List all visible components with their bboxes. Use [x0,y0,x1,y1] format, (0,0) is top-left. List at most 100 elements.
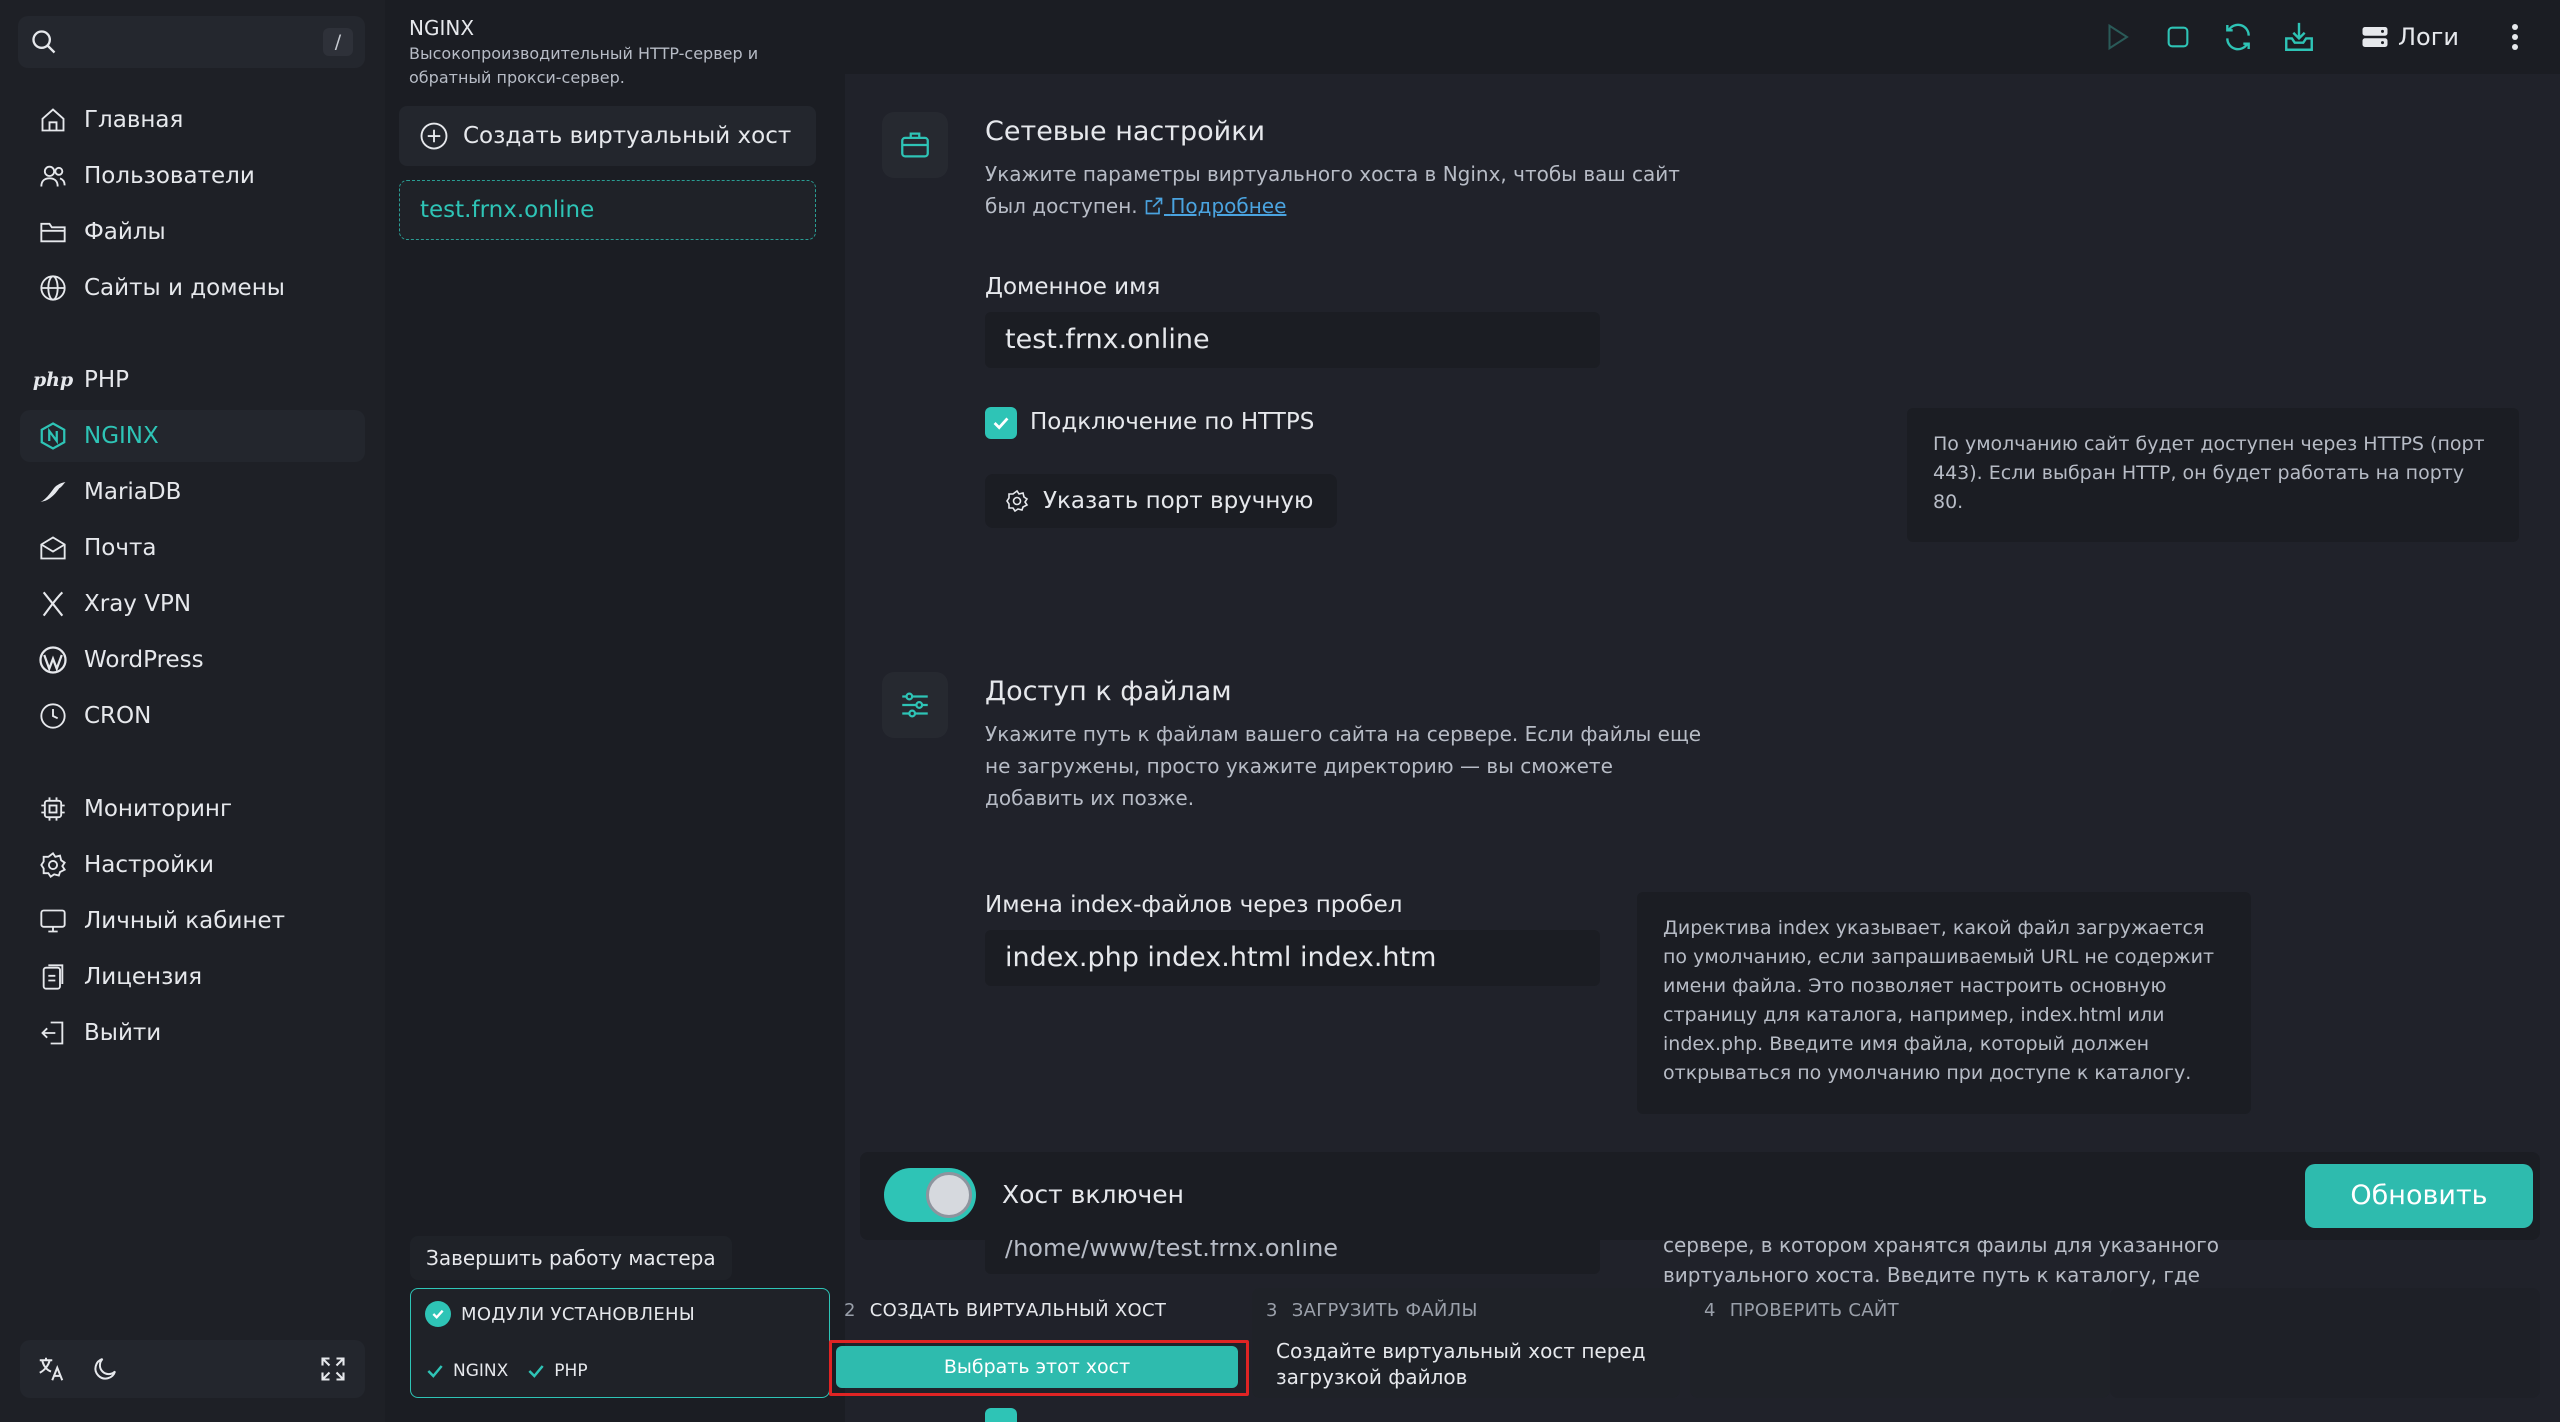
index-hint: Директива index указывает, какой файл за… [1637,892,2251,1114]
home-icon [36,103,70,137]
network-section-desc: Укажите параметры виртуального хоста в N… [985,162,1680,218]
https-label: Подключение по HTTPS [1030,409,1315,435]
sidebar-item-account[interactable]: Личный кабинет [20,895,365,947]
manual-port-button[interactable]: Указать порт вручную [985,474,1338,528]
xray-icon [36,587,70,621]
briefcase-icon [882,112,948,178]
fullscreen-icon[interactable] [316,1352,350,1386]
sidebar-item-label: Главная [84,107,184,133]
restart-icon[interactable] [2219,18,2257,56]
host-list-item[interactable]: test.frnx.online [399,180,816,240]
sidebar-item-label: Выйти [84,1020,162,1046]
check-icon [528,1365,544,1378]
module-nginx: NGINX [453,1361,509,1381]
gear-icon [1006,489,1029,513]
domain-label: Доменное имя [985,274,1161,300]
monitor-icon [36,904,70,938]
step-2-header: 2 СОЗДАТЬ ВИРТУАЛЬНЫЙ ХОСТ [844,1300,1167,1321]
panel-subtitle: Высокопроизводительный HTTP-сервер и обр… [409,44,759,87]
sidebar-item-label: Личный кабинет [84,908,285,934]
logs-label: Логи [2398,23,2459,51]
search-icon [30,28,58,56]
play-icon[interactable] [2098,18,2136,56]
sidebar-item-xray[interactable]: Xray VPN [20,578,365,630]
license-icon [36,960,70,994]
search-shortcut: / [323,28,353,56]
step-1-header: МОДУЛИ УСТАНОВЛЕНЫ [425,1301,695,1327]
create-vhost-button[interactable]: Создать виртуальный хост [399,106,816,166]
sidebar-item-label: CRON [84,703,152,729]
wizard-step-1: МОДУЛИ УСТАНОВЛЕНЫ NGINX PHP [410,1288,830,1398]
sidebar-item-cron[interactable]: CRON [20,690,365,742]
sidebar-item-files[interactable]: Файлы [20,206,365,258]
sidebar-item-monitoring[interactable]: Мониторинг [20,783,365,835]
logout-icon [36,1016,70,1050]
nav-group-main: Главная Пользователи Файлы Сайты и домен… [20,94,365,314]
step-3-text: Создайте виртуальный хост перед загрузко… [1276,1339,1646,1389]
search-input[interactable]: / [18,16,365,68]
nav-group-system: Мониторинг Настройки Личный кабинет Лице… [20,783,365,1059]
update-button[interactable]: Обновить [2305,1164,2533,1228]
step-3-header: 3 ЗАГРУЗИТЬ ФАЙЛЫ [1266,1300,1478,1321]
installed-modules: NGINX PHP [425,1361,606,1381]
sidebar-item-mail[interactable]: Почта [20,522,365,574]
gear-icon [36,848,70,882]
wizard-step-2: 2 СОЗДАТЬ ВИРТУАЛЬНЫЙ ХОСТ Выбрать этот … [829,1288,1250,1398]
more-menu-icon[interactable] [2500,18,2530,56]
checkmark-icon [993,417,1009,430]
php-icon: php [32,369,74,391]
check-icon [427,1365,443,1378]
clock-icon [36,699,70,733]
sidebar-item-label: WordPress [84,647,204,673]
sidebar-item-nginx[interactable]: NGINX [20,410,365,462]
index-files-input[interactable]: index.php index.html index.htm [985,930,1600,986]
host-enabled-toggle[interactable] [884,1168,976,1222]
sidebar-item-label: NGINX [84,423,159,449]
wizard-step-3: 3 ЗАГРУЗИТЬ ФАЙЛЫ Создайте виртуальный х… [1252,1288,1680,1398]
host-list-panel: NGINX Высокопроизводительный HTTP-сервер… [385,0,845,1422]
sidebar-item-php[interactable]: php PHP [20,354,365,406]
wordpress-icon [36,643,70,677]
step-done-icon [425,1301,451,1327]
https-checkbox[interactable] [985,407,1017,439]
sidebar-item-license[interactable]: Лицензия [20,951,365,1003]
sidebar-item-home[interactable]: Главная [20,94,365,146]
highlight-box [829,1340,1249,1396]
sidebar-item-label: PHP [84,367,130,393]
translate-icon[interactable] [34,1352,68,1386]
sidebar-item-sites[interactable]: Сайты и домены [20,262,365,314]
host-enabled-bar: Хост включен [860,1152,2540,1240]
stop-icon[interactable] [2159,18,2197,56]
topbar [845,0,2560,74]
panel-title: NGINX [409,16,475,40]
sidebar-item-wordpress[interactable]: WordPress [20,634,365,686]
files-section-desc: Укажите путь к файлам вашего сайта на се… [985,722,1702,810]
sidebar-item-logout[interactable]: Выйти [20,1007,365,1059]
logs-button[interactable]: Логи [2360,18,2459,56]
index-files-label: Имена index-файлов через пробел [985,892,1403,918]
setup-wizard: МОДУЛИ УСТАНОВЛЕНЫ NGINX PHP 2 СОЗДАТЬ В… [410,1288,2540,1398]
sidebar-item-label: Сайты и домены [84,275,285,301]
php-checkbox[interactable] [985,1408,1017,1422]
install-icon[interactable] [2280,18,2318,56]
sidebar-bottom-bar [20,1340,365,1398]
https-hint: По умолчанию сайт будет доступен через H… [1907,408,2519,542]
sidebar-item-label: Лицензия [84,964,203,990]
domain-input[interactable]: test.frnx.online [985,312,1600,368]
module-php: PHP [554,1361,588,1381]
sidebar-item-settings[interactable]: Настройки [20,839,365,891]
finish-wizard-button[interactable]: Завершить работу мастера [410,1236,732,1280]
mariadb-icon [36,475,70,509]
sidebar-item-label: Почта [84,535,157,561]
more-info-link[interactable]: Подробнее [1144,194,1286,218]
nav-group-services: php PHP NGINX MariaDB Почта Xray VPN Wor… [20,354,365,742]
plus-circle-icon [419,121,449,151]
wizard-step-4: 4 ПРОВЕРИТЬ САЙТ [1690,1288,2110,1398]
sliders-icon [882,672,948,738]
globe-icon [36,271,70,305]
sidebar-item-users[interactable]: Пользователи [20,150,365,202]
sidebar-item-mariadb[interactable]: MariaDB [20,466,365,518]
sidebar-item-label: Xray VPN [84,591,192,617]
cpu-icon [36,792,70,826]
moon-icon[interactable] [88,1352,122,1386]
